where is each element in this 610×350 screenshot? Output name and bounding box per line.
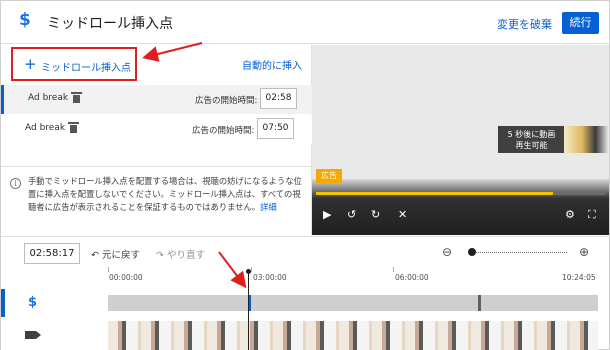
notice-text: 手動でミッドロール挿入点を配置する場合は、視聴の妨げになるような位置に挿入点を配… bbox=[28, 176, 302, 212]
mute-icon[interactable]: ✕ bbox=[398, 208, 407, 221]
add-midroll-button[interactable]: + ミッドロール挿入点 bbox=[11, 47, 137, 81]
dollar-icon: $ bbox=[19, 10, 31, 30]
ad-break-label: Ad break bbox=[25, 123, 66, 133]
learn-more-link[interactable]: 詳細 bbox=[260, 202, 277, 212]
ruler-tick bbox=[393, 267, 394, 272]
ad-break-row[interactable]: Ad break 広告の開始時間: 02:58 bbox=[1, 85, 312, 114]
play-icon[interactable]: ▶ bbox=[323, 208, 331, 221]
ad-break-marker[interactable] bbox=[478, 295, 481, 311]
notice-box: i 手動でミッドロール挿入点を配置する場合は、視聴の妨げになるような位置に挿入点… bbox=[1, 166, 312, 235]
current-time-input[interactable]: 02:58:17 bbox=[24, 243, 80, 264]
auto-insert-button[interactable]: 自動的に挿入 bbox=[242, 57, 302, 72]
trash-icon[interactable] bbox=[71, 92, 82, 103]
video-preview[interactable]: 5 秒後に動画 再生可能 広告 ▶ ↺ ↻ ✕ ⚙ ⛶ bbox=[312, 45, 609, 235]
fullscreen-icon[interactable]: ⛶ bbox=[588, 208, 596, 222]
zoom-slider-knob[interactable] bbox=[468, 248, 476, 256]
continue-button[interactable]: 続行 bbox=[562, 12, 599, 34]
video-progress-fill bbox=[316, 192, 553, 195]
video-controls-bg bbox=[312, 179, 609, 235]
ads-track-header: $ bbox=[1, 289, 108, 317]
zoom-out-icon[interactable]: ⊖ bbox=[442, 245, 452, 259]
ad-break-label: Ad break bbox=[28, 93, 69, 103]
header: $ ミッドロール挿入点 変更を破棄 続行 bbox=[1, 1, 609, 44]
settings-gear-icon[interactable]: ⚙ bbox=[565, 208, 575, 221]
start-time-label: 広告の開始時間: bbox=[192, 126, 255, 136]
dollar-icon: $ bbox=[28, 295, 38, 310]
start-time-label: 広告の開始時間: bbox=[195, 96, 258, 106]
video-camera-icon bbox=[25, 331, 41, 339]
redo-button[interactable]: ↷ やり直す bbox=[156, 247, 205, 261]
playhead-handle[interactable] bbox=[246, 269, 251, 274]
video-filmstrip[interactable] bbox=[108, 321, 598, 350]
add-midroll-label: ミッドロール挿入点 bbox=[41, 63, 131, 74]
tick-label: 06:00:00 bbox=[395, 273, 429, 282]
video-progress-bar[interactable] bbox=[316, 192, 605, 195]
playhead[interactable] bbox=[248, 270, 249, 350]
start-time-input[interactable]: 07:50 bbox=[257, 118, 294, 139]
trash-icon[interactable] bbox=[68, 122, 79, 133]
undo-button[interactable]: ↶ 元に戻す bbox=[91, 247, 140, 261]
page-title: ミッドロール挿入点 bbox=[47, 16, 173, 32]
zoom-slider-track[interactable] bbox=[473, 252, 567, 253]
next-video-thumbnail bbox=[564, 126, 609, 153]
tick-label: 10:24:05 bbox=[562, 273, 596, 282]
rewind-icon[interactable]: ↺ bbox=[347, 208, 356, 221]
forward-icon[interactable]: ↻ bbox=[371, 208, 380, 221]
tick-label: 00:00:00 bbox=[109, 273, 143, 282]
start-time-input[interactable]: 02:58 bbox=[260, 88, 297, 109]
ad-breaks-track[interactable] bbox=[108, 295, 598, 311]
zoom-in-icon[interactable]: ⊕ bbox=[579, 245, 589, 259]
ad-break-row[interactable]: Ad break 広告の開始時間: 07:50 bbox=[1, 115, 312, 144]
ad-badge: 広告 bbox=[316, 169, 342, 183]
discard-changes-button[interactable]: 変更を破棄 bbox=[497, 16, 552, 32]
tick-label: 03:00:00 bbox=[253, 273, 287, 282]
ruler-tick bbox=[251, 267, 252, 272]
timeline-toolbar: 02:58:17 ↶ 元に戻す ↷ やり直す ⊖ ⊕ bbox=[1, 236, 609, 266]
info-icon: i bbox=[10, 178, 21, 189]
ruler-tick bbox=[108, 267, 109, 272]
plus-icon: + bbox=[24, 55, 37, 73]
timeline-ruler[interactable]: 00:00:00 03:00:00 06:00:00 10:24:05 bbox=[108, 267, 609, 289]
skip-countdown: 5 秒後に動画 再生可能 bbox=[498, 126, 565, 153]
